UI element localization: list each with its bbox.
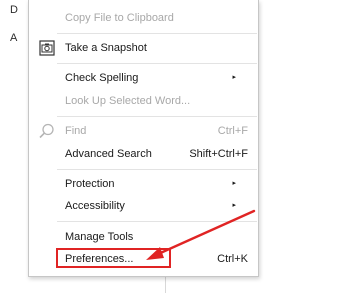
annotation-arrow-icon: [146, 209, 256, 260]
